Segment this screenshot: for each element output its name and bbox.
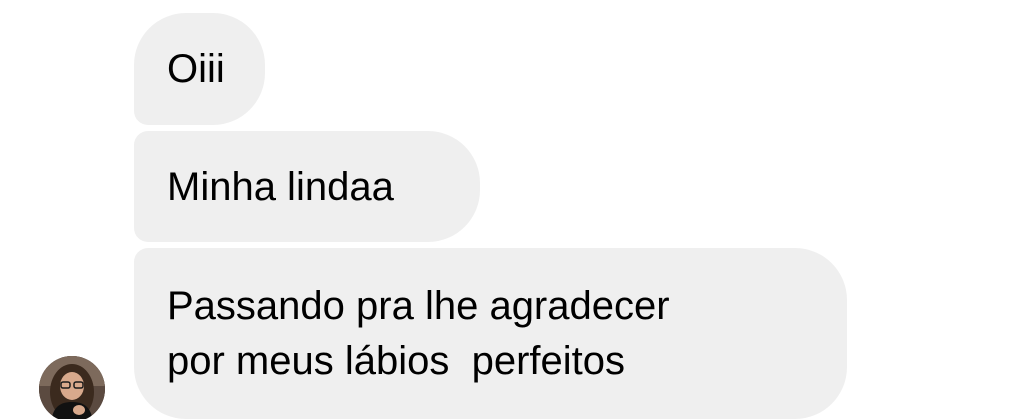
person-avatar-icon (39, 356, 105, 419)
sender-avatar[interactable] (39, 356, 105, 419)
message-bubble[interactable]: Oiii (134, 13, 265, 125)
chat-thread: Oiii Minha lindaa Passando pra lhe agrad… (0, 0, 1024, 419)
message-bubble[interactable]: Passando pra lhe agradecer por meus lábi… (134, 248, 847, 419)
message-bubble[interactable]: Minha lindaa (134, 131, 480, 242)
